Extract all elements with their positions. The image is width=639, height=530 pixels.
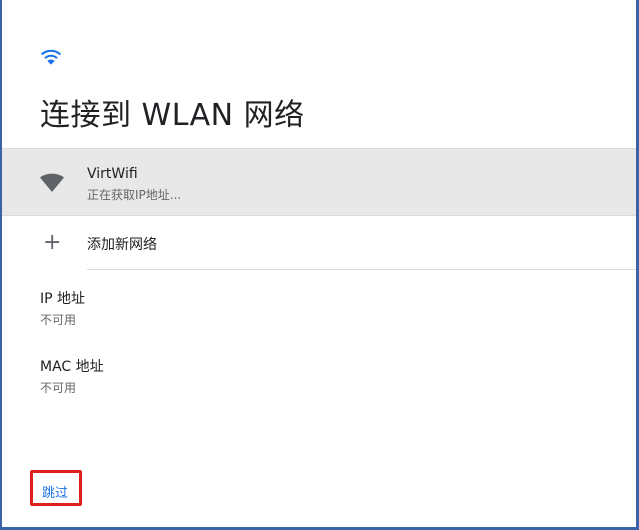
skip-button[interactable]: 跳过 xyxy=(30,470,82,506)
add-network-button[interactable]: + 添加新网络 xyxy=(2,216,636,270)
wifi-icon xyxy=(40,49,62,65)
wifi-setup-screen: 连接到 WLAN 网络 VirtWifi 正在获取IP地址... + 添加新网络… xyxy=(0,0,639,530)
page-title: 连接到 WLAN 网络 xyxy=(40,98,305,133)
mac-address-info: MAC 地址 不可用 xyxy=(40,356,104,396)
plus-icon: + xyxy=(43,230,62,255)
ip-address-value: 不可用 xyxy=(40,313,77,327)
mac-address-value: 不可用 xyxy=(40,381,77,395)
network-name: VirtWifi xyxy=(87,166,138,182)
wifi-signal-icon xyxy=(40,173,64,192)
skip-label: 跳过 xyxy=(42,485,69,500)
divider xyxy=(87,269,636,270)
add-network-label: 添加新网络 xyxy=(87,237,157,253)
network-status: 正在获取IP地址... xyxy=(87,188,182,202)
ip-address-label: IP 地址 xyxy=(40,291,86,307)
mac-address-label: MAC 地址 xyxy=(40,359,104,375)
network-item-virtwifi[interactable]: VirtWifi 正在获取IP地址... xyxy=(2,148,636,216)
ip-address-info: IP 地址 不可用 xyxy=(40,288,85,328)
